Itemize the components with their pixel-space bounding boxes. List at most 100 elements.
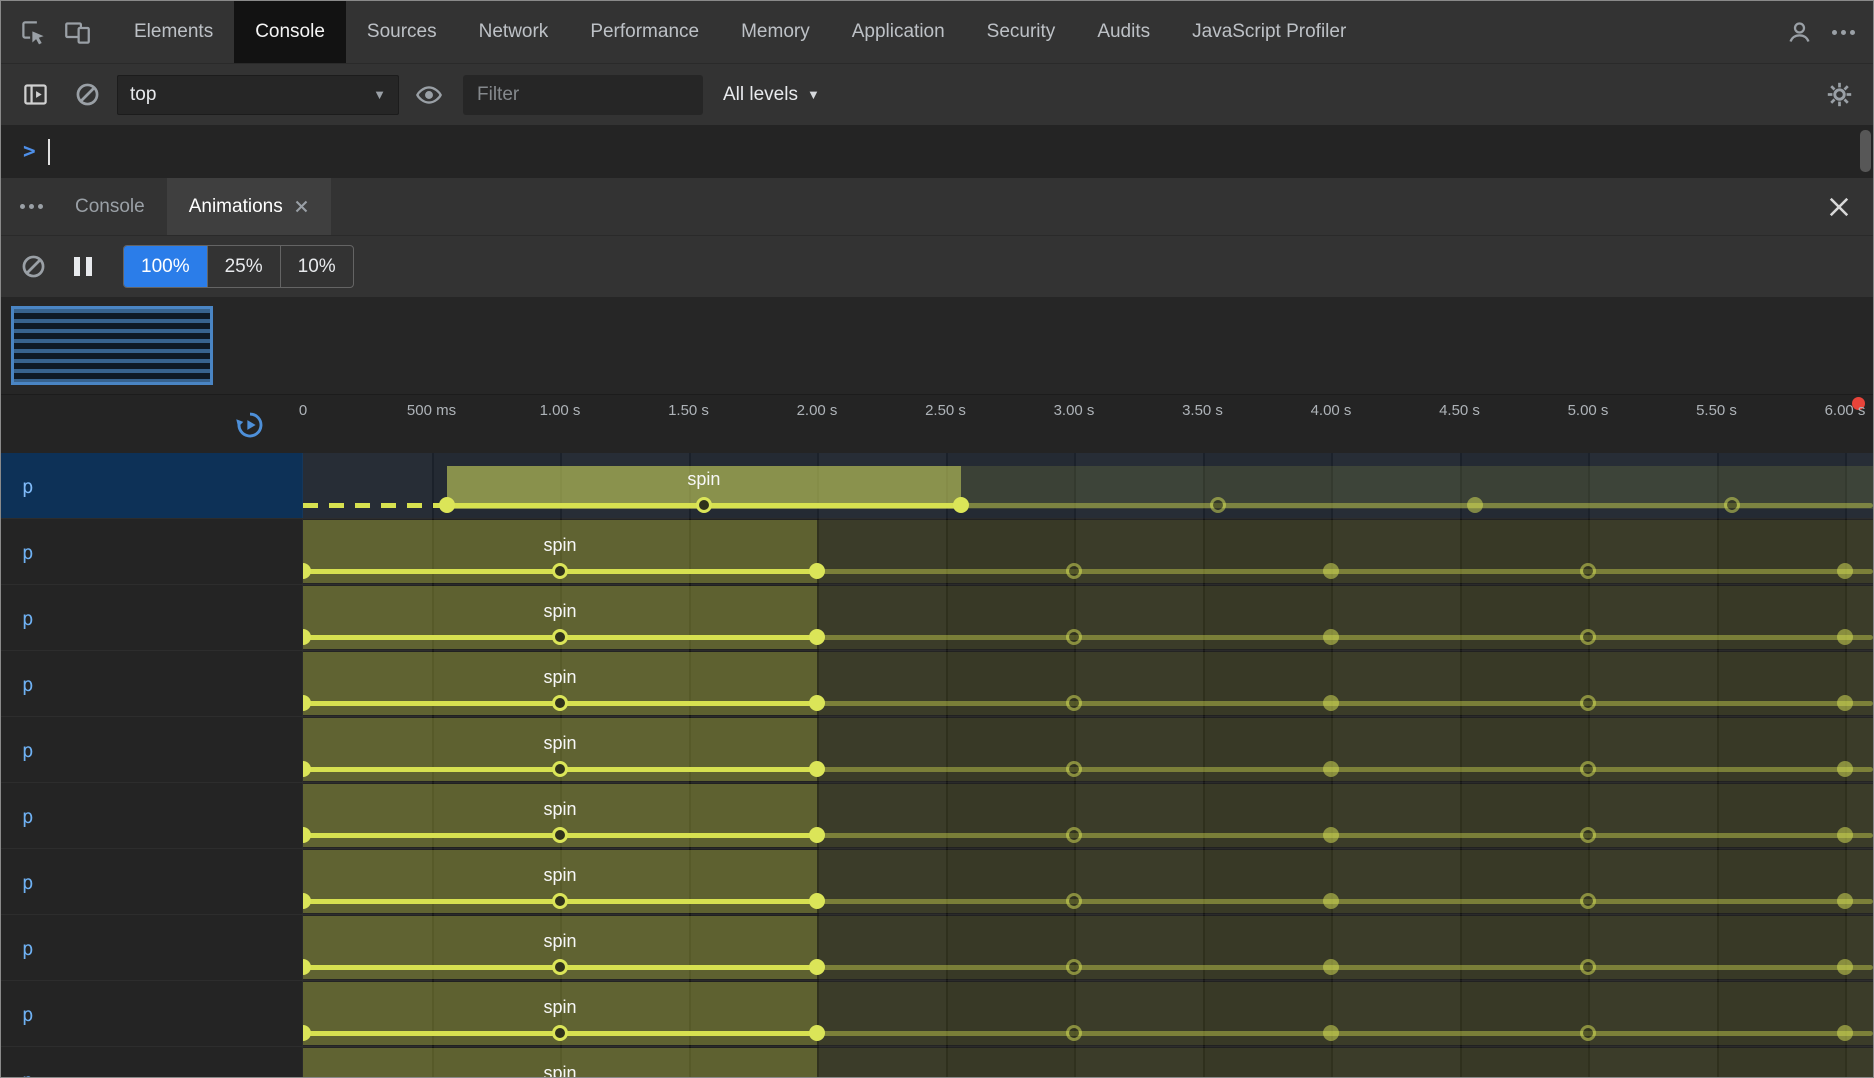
keyframe-marker[interactable] [1837, 695, 1853, 711]
keyframe-marker[interactable] [439, 497, 455, 513]
keyframe-marker[interactable] [1066, 563, 1082, 579]
keyframe-marker[interactable] [1323, 827, 1339, 843]
keyframe-marker[interactable] [953, 497, 969, 513]
keyframe-marker[interactable] [1837, 959, 1853, 975]
keyframe-marker[interactable] [809, 695, 825, 711]
clear-console-icon[interactable] [65, 73, 109, 117]
keyframe-marker[interactable] [552, 695, 568, 711]
animation-track[interactable]: spin [303, 849, 1873, 914]
keyframe-marker[interactable] [1580, 629, 1596, 645]
keyframe-marker[interactable] [552, 827, 568, 843]
speed-25-button[interactable]: 25% [207, 246, 280, 287]
keyframe-marker[interactable] [809, 629, 825, 645]
keyframe-marker[interactable] [1066, 1025, 1082, 1041]
context-selector[interactable]: top ▼ [117, 75, 399, 115]
keyframe-marker[interactable] [1323, 629, 1339, 645]
keyframe-marker[interactable] [1323, 761, 1339, 777]
log-level-selector[interactable]: All levels ▼ [723, 84, 820, 106]
keyframe-marker[interactable] [1066, 695, 1082, 711]
node-name-link[interactable]: p [1, 849, 303, 914]
keyframe-marker[interactable] [552, 1025, 568, 1041]
keyframe-marker[interactable] [552, 959, 568, 975]
node-name-link[interactable]: p [1, 717, 303, 782]
keyframe-marker[interactable] [1837, 563, 1853, 579]
keyframe-marker[interactable] [1323, 959, 1339, 975]
animation-track[interactable]: spin [303, 651, 1873, 716]
node-name-link[interactable]: p [1, 453, 303, 518]
animation-track[interactable]: spin [303, 717, 1873, 782]
keyframe-marker[interactable] [1467, 497, 1483, 513]
keyframe-marker[interactable] [1580, 893, 1596, 909]
node-name-link[interactable]: p [1, 585, 303, 650]
keyframe-marker[interactable] [1580, 959, 1596, 975]
animation-track[interactable]: spin [303, 519, 1873, 584]
replay-icon[interactable] [235, 410, 265, 440]
keyframe-marker[interactable] [1580, 1025, 1596, 1041]
clear-all-animations-icon[interactable] [11, 245, 55, 289]
node-name-link[interactable]: p [1, 915, 303, 980]
keyframe-marker[interactable] [552, 761, 568, 777]
console-prompt[interactable]: > [1, 125, 1873, 178]
keyframe-marker[interactable] [1323, 893, 1339, 909]
tab-audits[interactable]: Audits [1076, 1, 1171, 63]
animation-track[interactable]: spin [303, 453, 1873, 518]
animation-track[interactable]: spin [303, 585, 1873, 650]
speed-10-button[interactable]: 10% [280, 246, 353, 287]
keyframe-marker[interactable] [1724, 497, 1740, 513]
keyframe-marker[interactable] [552, 629, 568, 645]
keyframe-marker[interactable] [1837, 629, 1853, 645]
keyframe-marker[interactable] [809, 959, 825, 975]
node-name-link[interactable]: p [1, 651, 303, 716]
keyframe-marker[interactable] [1066, 893, 1082, 909]
close-tab-icon[interactable] [294, 199, 309, 214]
node-name-link[interactable]: p [1, 783, 303, 848]
drawer-tab-console[interactable]: Console [53, 178, 167, 235]
keyframe-marker[interactable] [1580, 695, 1596, 711]
tab-application[interactable]: Application [831, 1, 966, 63]
keyframe-marker[interactable] [552, 893, 568, 909]
tab-security[interactable]: Security [966, 1, 1077, 63]
speed-100-button[interactable]: 100% [124, 246, 207, 287]
animation-track[interactable]: spin [303, 981, 1873, 1046]
tab-network[interactable]: Network [458, 1, 570, 63]
node-name-link[interactable]: p [1, 1047, 303, 1078]
console-sidebar-icon[interactable] [13, 73, 57, 117]
tab-javascript-profiler[interactable]: JavaScript Profiler [1171, 1, 1367, 63]
keyframe-marker[interactable] [1837, 827, 1853, 843]
device-toolbar-icon[interactable] [55, 10, 99, 54]
animation-track[interactable]: spin [303, 1047, 1873, 1078]
keyframe-marker[interactable] [809, 1025, 825, 1041]
keyframe-marker[interactable] [1837, 761, 1853, 777]
keyframe-marker[interactable] [1066, 629, 1082, 645]
inspect-icon[interactable] [11, 10, 55, 54]
node-name-link[interactable]: p [1, 519, 303, 584]
keyframe-marker[interactable] [1066, 959, 1082, 975]
more-tabs-icon[interactable] [9, 185, 53, 229]
pause-icon[interactable] [61, 245, 105, 289]
tab-memory[interactable]: Memory [720, 1, 831, 63]
keyframe-marker[interactable] [552, 563, 568, 579]
node-name-link[interactable]: p [1, 981, 303, 1046]
drawer-tab-animations[interactable]: Animations [167, 178, 331, 235]
keyframe-marker[interactable] [809, 761, 825, 777]
keyframe-marker[interactable] [1323, 563, 1339, 579]
close-drawer-icon[interactable] [1817, 185, 1861, 229]
animation-track[interactable]: spin [303, 783, 1873, 848]
keyframe-marker[interactable] [1580, 563, 1596, 579]
tab-console[interactable]: Console [234, 1, 346, 63]
keyframe-marker[interactable] [1837, 1025, 1853, 1041]
eye-icon[interactable] [407, 73, 451, 117]
tab-elements[interactable]: Elements [113, 1, 234, 63]
animation-track[interactable]: spin [303, 915, 1873, 980]
keyframe-marker[interactable] [809, 827, 825, 843]
tab-sources[interactable]: Sources [346, 1, 458, 63]
keyframe-marker[interactable] [1210, 497, 1226, 513]
keyframe-marker[interactable] [1066, 827, 1082, 843]
animation-group-thumbnail[interactable] [11, 306, 213, 385]
tab-performance[interactable]: Performance [569, 1, 720, 63]
keyframe-marker[interactable] [1066, 761, 1082, 777]
overflow-menu-icon[interactable] [1821, 10, 1865, 54]
keyframe-marker[interactable] [1837, 893, 1853, 909]
keyframe-marker[interactable] [1580, 761, 1596, 777]
filter-input[interactable] [463, 75, 703, 115]
